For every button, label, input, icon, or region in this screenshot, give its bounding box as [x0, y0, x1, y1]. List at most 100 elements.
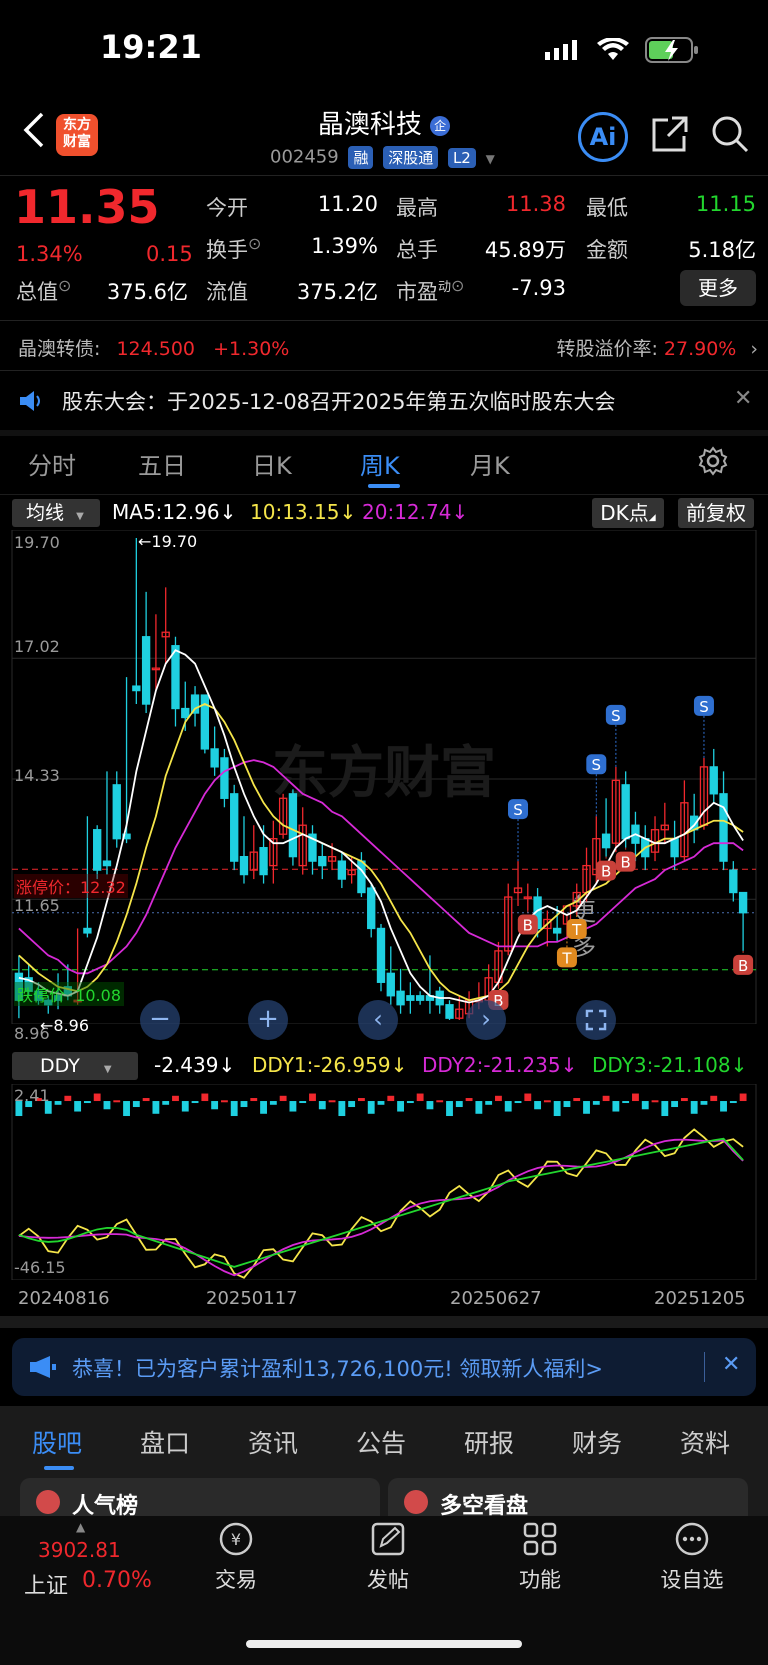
ddy-bar [367, 1101, 375, 1114]
promo-banner[interactable]: 恭喜！已为客户累计盈利13,726,100元! 领取新人福利> ✕ [12, 1338, 756, 1396]
kline-chart[interactable]: 东方财富 B S B T T S B S B S B [0, 529, 768, 1025]
ma10-value: 10:13.15↓ [250, 500, 356, 524]
info-icon: ⊙ [58, 276, 72, 295]
ddy-bar [309, 1093, 316, 1102]
convertible-row[interactable]: 晶澳转债: 124.500 +1.30% 转股溢价率: 27.90% › [18, 334, 758, 361]
value-pe: -7.93 [511, 276, 566, 300]
tab-intraday[interactable]: 分时 [28, 446, 76, 481]
label-open: 今开 [206, 196, 248, 220]
ddy-bar [485, 1101, 493, 1105]
ddy-bar [191, 1101, 199, 1104]
ddy-bar [563, 1101, 571, 1108]
notice-text[interactable]: 股东大会：于2025-12-08召开2025年第五次临时股东大会 [62, 386, 702, 416]
ddy3-line [18, 1137, 744, 1268]
x-label-4: 20251205 [654, 1288, 746, 1309]
premium-label: 转股溢价率: [556, 338, 658, 360]
label-pe[interactable]: 市盈动⊙ [396, 276, 464, 306]
candle-body [83, 927, 92, 934]
ddy-bar [387, 1095, 395, 1102]
share-button[interactable] [650, 114, 690, 158]
tab-daily[interactable]: 日K [252, 446, 292, 481]
ddy-bar [573, 1098, 581, 1102]
ddy-bar [661, 1101, 669, 1117]
candle-body [709, 766, 718, 795]
fullscreen-button[interactable] [576, 1000, 616, 1040]
ddy-bar [348, 1101, 356, 1108]
ddy-bar [514, 1101, 522, 1104]
tab-weekly[interactable]: 周K [360, 446, 400, 481]
limit-down-text: 跌停价 [17, 986, 66, 1005]
ma-selector[interactable]: 均线 ▼ [12, 499, 100, 527]
candle-body [102, 860, 112, 867]
tab-news[interactable]: 资讯 [248, 1424, 298, 1460]
label-turnover[interactable]: 换手⊙ [206, 234, 261, 264]
value-low: 11.15 [695, 192, 756, 216]
zoom-in-button[interactable]: + [248, 1000, 288, 1040]
dk-button[interactable]: DK点◢ [592, 498, 664, 528]
tab-orderbook[interactable]: 盘口 [140, 1424, 190, 1460]
ma5-value: MA5:12.96↓ [112, 500, 236, 524]
candle-body [288, 793, 298, 858]
tab-profile[interactable]: 资料 [680, 1424, 730, 1460]
label-total-cap[interactable]: 总值⊙ [16, 276, 71, 306]
ddy-selector[interactable]: DDY ▼ [12, 1052, 138, 1080]
wifi-icon [597, 37, 629, 66]
nav-post[interactable]: 发帖 [328, 1520, 448, 1594]
close-icon[interactable]: ✕ [722, 1352, 740, 1377]
limit-down-value: 10.08 [75, 986, 121, 1005]
ddy-bar [377, 1101, 385, 1105]
zoom-out-button[interactable]: − [140, 1000, 180, 1040]
ma10-text: 10:13.15 [250, 500, 340, 524]
status-time: 19:21 [100, 28, 202, 66]
tag-l2: L2 [447, 147, 476, 168]
signal-label: B [523, 916, 533, 934]
tab-announcements[interactable]: 公告 [356, 1424, 406, 1460]
premium-value: 27.90% [663, 338, 737, 360]
divider [0, 370, 768, 371]
nav-functions[interactable]: 功能 [480, 1520, 600, 1594]
candle-body [376, 927, 386, 983]
divider [0, 430, 768, 436]
down-arrow-icon: ↓ [451, 500, 469, 524]
adjust-button[interactable]: 前复权 [678, 498, 754, 528]
search-button[interactable] [710, 114, 750, 158]
nav-watchlist[interactable]: 设自选 [632, 1520, 752, 1594]
ai-button[interactable]: Ai [578, 112, 628, 162]
candle-body [729, 869, 738, 894]
candle-body [239, 855, 249, 876]
current-price: 11.35 [14, 180, 160, 234]
scroll-left-button[interactable]: ‹ [358, 1000, 398, 1040]
ddy-bar [504, 1101, 512, 1112]
ranking-icon [36, 1490, 60, 1514]
tab-5day[interactable]: 五日 [138, 446, 186, 481]
high-label: ←19.70 [138, 532, 198, 551]
candle-body [259, 847, 268, 876]
ddy-bar [534, 1101, 542, 1110]
candle-body [93, 829, 102, 871]
ddy-bar [700, 1101, 708, 1105]
down-arrow-icon: ↓ [219, 500, 237, 524]
tab-finance[interactable]: 财务 [572, 1424, 622, 1460]
stock-code-row[interactable]: 002459 融 深股通 L2 ▼ [270, 146, 495, 169]
active-tab-indicator [368, 484, 400, 488]
tab-research[interactable]: 研报 [464, 1424, 514, 1460]
ddy-bar [495, 1095, 502, 1102]
ddy-bar [230, 1101, 238, 1117]
ddy-bar [729, 1101, 737, 1104]
ddy-bar [602, 1095, 610, 1102]
ddy-chart[interactable] [0, 1083, 768, 1281]
more-button[interactable]: 更多 [680, 270, 756, 306]
ddy-bar [64, 1095, 72, 1102]
ddy-value-text: -2.439 [154, 1053, 219, 1077]
ma5-text: MA5:12.96 [112, 500, 220, 524]
settings-button[interactable] [698, 446, 728, 480]
signal-label: S [592, 756, 602, 774]
close-icon[interactable]: ✕ [734, 386, 752, 411]
edit-icon [371, 1522, 405, 1556]
nav-trade[interactable]: ¥ 交易 [176, 1520, 296, 1594]
scroll-right-button[interactable]: › [466, 1000, 506, 1040]
tab-monthly[interactable]: 月K [470, 446, 510, 481]
tab-forum[interactable]: 股吧 [32, 1424, 82, 1460]
nav-functions-label: 功能 [519, 1568, 561, 1592]
svg-text:¥: ¥ [231, 1530, 241, 1549]
